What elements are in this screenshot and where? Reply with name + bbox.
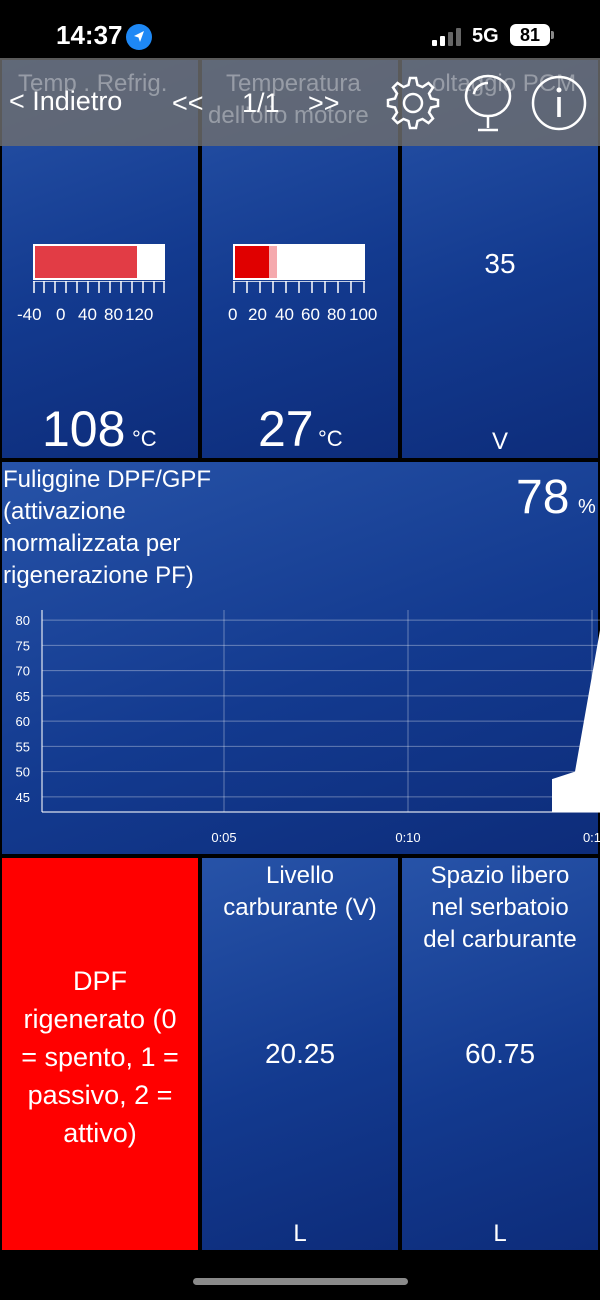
soot-label: Fuliggine DPF/GPF (attivazione normalizz… [3, 464, 303, 592]
oil-scale-label: 0 [228, 305, 238, 324]
coolant-value: 108 [42, 401, 126, 457]
page-indicator: 1/1 [242, 88, 280, 118]
back-button[interactable]: < Indietro [9, 86, 122, 117]
soot-chart: 80 75 70 65 60 55 50 45 0:05 0:10 0:1 [16, 610, 600, 845]
soot-label-line: rigenerazione PF) [3, 562, 194, 589]
coolant-scale-label: 40 [78, 305, 97, 324]
coolant-bar [33, 244, 165, 280]
oil-title-faded-line2: dell'olio motore [208, 102, 369, 129]
coolant-scale-label: 80 [104, 305, 123, 324]
chart-y-tick-label: 75 [16, 638, 30, 653]
soot-unit: % [578, 496, 596, 518]
chart-y-tick-label: 55 [16, 739, 30, 754]
status-time: 14:37 [56, 20, 123, 50]
oil-scale-label: 60 [301, 305, 320, 324]
chart-y-tick-label: 65 [16, 689, 30, 704]
dpf-label: DPF rigenerato (0 = spento, 1 = passivo,… [2, 962, 198, 1152]
dpf-label-line: attivo) [63, 1118, 137, 1148]
battery-tip [551, 31, 554, 39]
chart-x-tick-label: 0:10 [395, 830, 420, 845]
chart-y-tick-label: 45 [16, 790, 30, 805]
next-page-button[interactable]: >> [308, 88, 340, 119]
coolant-scale-label: 0 [56, 305, 66, 324]
fuel-level-unit: L [293, 1220, 307, 1247]
chart-y-tick-label: 80 [16, 613, 30, 628]
oil-scale-label: 40 [275, 305, 294, 324]
info-icon[interactable] [530, 74, 588, 132]
oil-scale-label: 80 [327, 305, 346, 324]
fuel-level-label-line: Livello [265, 862, 335, 889]
dpf-label-line: rigenerato (0 [23, 1004, 177, 1034]
soot-label-line: (attivazione [3, 498, 126, 525]
fuel-free-value: 60.75 [464, 1038, 536, 1069]
prev-page-button[interactable]: << [172, 88, 204, 119]
dpf-label-line: DPF [73, 966, 127, 996]
mirror-icon[interactable] [460, 74, 516, 134]
oil-value: 27 [258, 401, 314, 457]
fuel-level-label-line: carburante (V) [223, 894, 377, 921]
oil-scale-label: 20 [248, 305, 267, 324]
coolant-unit: °C [132, 426, 157, 451]
fuel-free-label: Spazio libero nel serbatoio del carburan… [402, 860, 598, 956]
chart-y-tick-label: 60 [16, 714, 30, 729]
chart-x-tick-label: 0:1 [583, 830, 600, 845]
coolant-ticks [33, 281, 165, 293]
oil-unit: °C [318, 426, 343, 451]
gear-icon[interactable] [384, 74, 442, 132]
location-arrow-icon [126, 24, 152, 50]
battery-level: 81 [510, 24, 550, 46]
dpf-label-line: passivo, 2 = [27, 1080, 173, 1110]
soot-label-line: Fuliggine DPF/GPF [3, 466, 212, 493]
voltage-value: 35 [484, 248, 516, 279]
coolant-bar-fill [35, 246, 137, 278]
soot-value: 78 [516, 471, 570, 524]
fuel-free-unit: L [493, 1220, 507, 1247]
oil-ticks [233, 281, 365, 293]
voltage-unit: V [491, 428, 508, 455]
chart-x-tick-label: 0:05 [211, 830, 236, 845]
network-type: 5G [472, 25, 499, 47]
fuel-level-label: Livello carburante (V) [202, 860, 398, 924]
chart-y-tick-label: 50 [16, 765, 30, 780]
coolant-scale-label: -40 [17, 305, 42, 324]
oil-scale-label: 100 [349, 305, 378, 324]
fuel-free-label-line: Spazio libero [430, 862, 570, 889]
home-indicator[interactable] [193, 1278, 408, 1285]
soot-label-line: normalizzata per [3, 530, 181, 557]
cellular-signal-icon [432, 28, 462, 46]
coolant-scale-label: 120 [125, 305, 154, 324]
oil-bar [233, 244, 365, 280]
oil-bar-fill [235, 246, 269, 278]
chart-y-tick-label: 70 [16, 664, 30, 679]
fuel-free-label-line: nel serbatoio [431, 894, 569, 921]
dpf-label-line: = spento, 1 = [21, 1042, 179, 1072]
fuel-free-label-line: del carburante [423, 926, 577, 953]
fuel-level-value: 20.25 [264, 1038, 336, 1069]
